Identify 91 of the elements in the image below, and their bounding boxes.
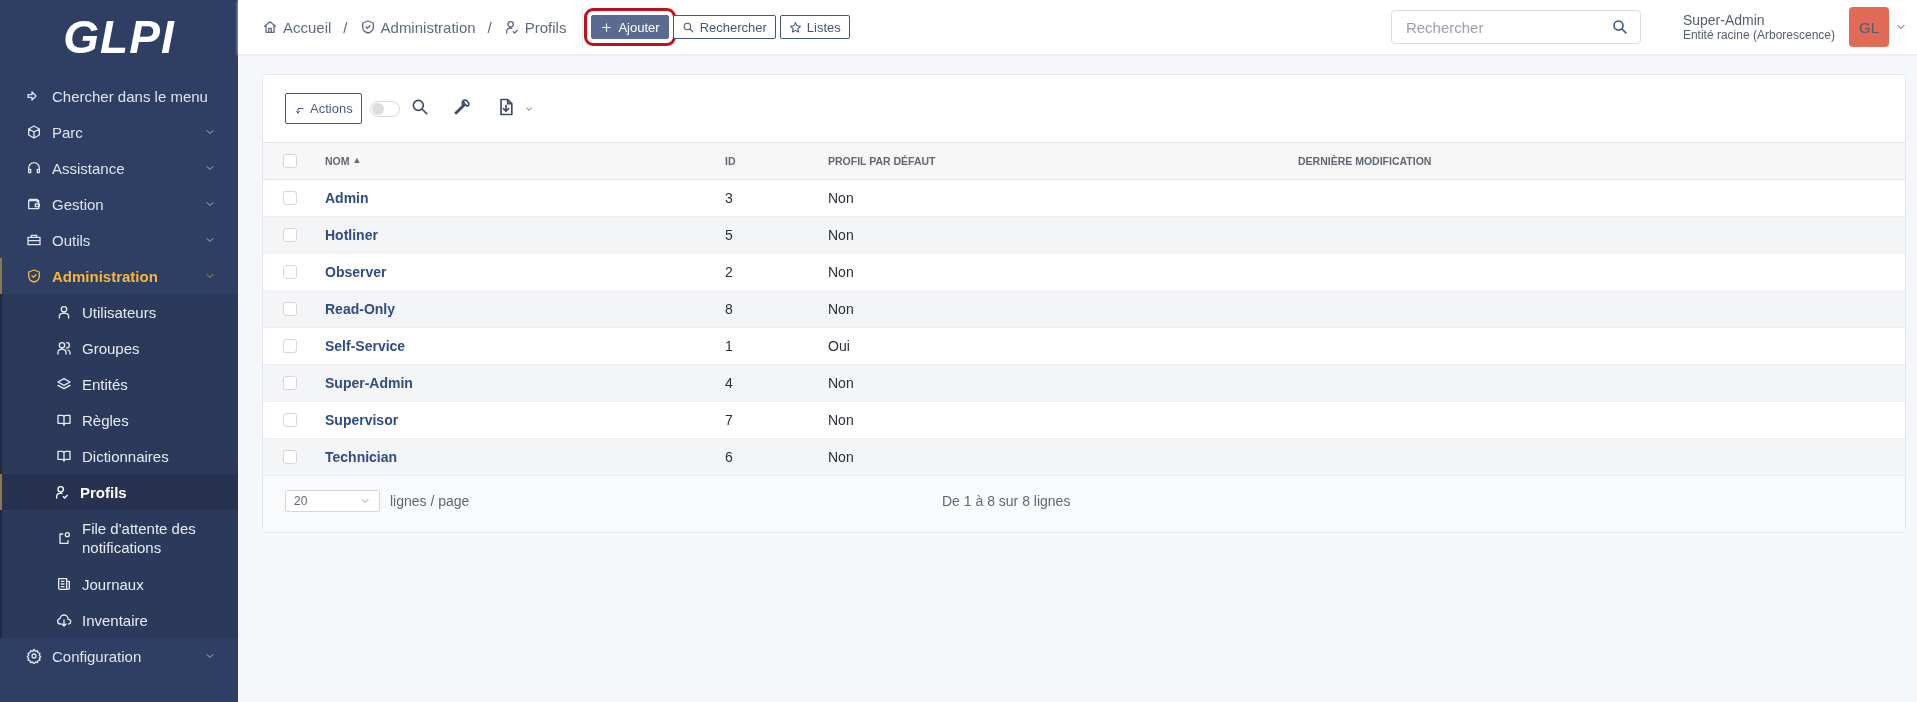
column-header[interactable]: DERNIÈRE MODIFICATION (1298, 155, 1432, 167)
table-cell: 3 (725, 190, 733, 206)
logo: GLPI (62, 10, 176, 65)
profile-link[interactable]: Super-Admin (325, 375, 413, 391)
user-check-icon (54, 484, 70, 500)
submenu-item[interactable]: Règles (2, 402, 238, 438)
submenu-item[interactable]: File d'attente des notifications (2, 510, 238, 566)
pagination-summary: De 1 à 8 sur 8 lignes (942, 493, 1071, 509)
home-icon (262, 19, 278, 35)
sort-arrow-icon: ▲ (352, 155, 362, 165)
table-cell: 7 (725, 412, 733, 428)
breadcrumb-separator: / (487, 18, 492, 36)
table-cell: 8 (725, 301, 733, 317)
menu-item[interactable]: Gestion (0, 186, 238, 222)
lists-button[interactable]: Listes (779, 15, 850, 39)
notification-icon (56, 530, 72, 546)
user-name: Super-Admin (1682, 12, 1766, 28)
headset-icon (26, 160, 42, 176)
entity-name: Entité racine (Arborescence) (1682, 28, 1835, 42)
breadcrumb-link[interactable]: Accueil (283, 18, 332, 36)
checkbox[interactable] (283, 228, 297, 242)
shield-icon (359, 19, 376, 35)
submenu-item[interactable]: Entités (2, 366, 238, 402)
table-cell: Non (828, 301, 854, 317)
table-cell: 2 (725, 264, 733, 280)
toggle-switch[interactable] (369, 100, 400, 117)
profile-link[interactable]: Read-Only (325, 301, 395, 317)
user-check-icon (503, 19, 520, 35)
submenu-item[interactable]: Journaux (2, 566, 238, 602)
submenu-item[interactable]: Inventaire (2, 602, 238, 638)
table-cell: 6 (725, 449, 733, 465)
checkbox[interactable] (283, 450, 297, 464)
table-cell: Non (828, 227, 854, 243)
table-cell: Non (828, 190, 854, 206)
menu-item[interactable]: Assistance (0, 150, 238, 186)
checkbox[interactable] (283, 339, 297, 353)
profile-link[interactable]: Hotliner (325, 227, 378, 243)
search-icon (1610, 18, 1629, 36)
cloud-download-icon (56, 612, 72, 628)
page-size-select[interactable]: 20 (285, 490, 380, 512)
star-icon (788, 20, 802, 34)
menu-item[interactable]: Outils (0, 222, 238, 258)
actions-button[interactable]: Actions (285, 93, 362, 124)
profile-link[interactable]: Self-Service (325, 338, 406, 354)
layers-icon (56, 376, 72, 392)
table-cell: Non (828, 264, 854, 280)
submenu-item[interactable]: Groupes (2, 330, 238, 366)
shield-icon (26, 268, 42, 284)
book-icon (56, 412, 72, 428)
column-header[interactable]: PROFIL PAR DÉFAUT (828, 155, 936, 167)
wallet-icon (26, 196, 42, 212)
checkbox[interactable] (283, 154, 297, 168)
breadcrumb-separator: / (343, 18, 348, 36)
table-cell: 1 (725, 338, 733, 354)
box-icon (26, 124, 42, 140)
table-cell: Non (828, 375, 854, 391)
table-cell: Oui (828, 338, 850, 354)
settings-icon (26, 648, 42, 664)
profile-link[interactable]: Technician (325, 449, 398, 465)
search-icon (681, 20, 695, 34)
users-icon (56, 340, 72, 356)
checkbox[interactable] (283, 413, 297, 427)
user-icon (56, 304, 72, 320)
search-button[interactable]: Rechercher (672, 15, 776, 39)
table-cell: 4 (725, 375, 733, 391)
per-page-label: lignes / page (390, 493, 470, 509)
profile-link[interactable]: Admin (325, 190, 369, 206)
checkbox[interactable] (283, 302, 297, 316)
breadcrumb-link[interactable]: Profils (524, 18, 567, 36)
book-icon (56, 448, 72, 464)
checkbox[interactable] (283, 376, 297, 390)
column-header[interactable]: NOM (325, 155, 350, 167)
checkbox[interactable] (283, 191, 297, 205)
profile-link[interactable]: Supervisor (325, 412, 399, 428)
table-cell: 5 (725, 227, 733, 243)
menu-item[interactable]: Configuration (0, 638, 238, 674)
profile-link[interactable]: Observer (325, 264, 387, 280)
checkbox[interactable] (283, 265, 297, 279)
table-cell: Non (828, 449, 854, 465)
submenu-item[interactable]: Profils (0, 474, 238, 510)
menu-item[interactable]: Parc (0, 114, 238, 150)
search-field[interactable]: Rechercher (1390, 10, 1641, 44)
briefcase-icon (26, 232, 42, 248)
submenu-item[interactable]: Dictionnaires (2, 438, 238, 474)
menu-search-item[interactable]: Chercher dans le menu (0, 78, 238, 114)
list-icon (56, 576, 72, 592)
column-header[interactable]: ID (725, 155, 736, 167)
submenu-item[interactable]: Utilisateurs (2, 294, 238, 330)
plus-icon (600, 20, 614, 34)
breadcrumb-link[interactable]: Administration (380, 18, 476, 36)
table-cell: Non (828, 412, 854, 428)
